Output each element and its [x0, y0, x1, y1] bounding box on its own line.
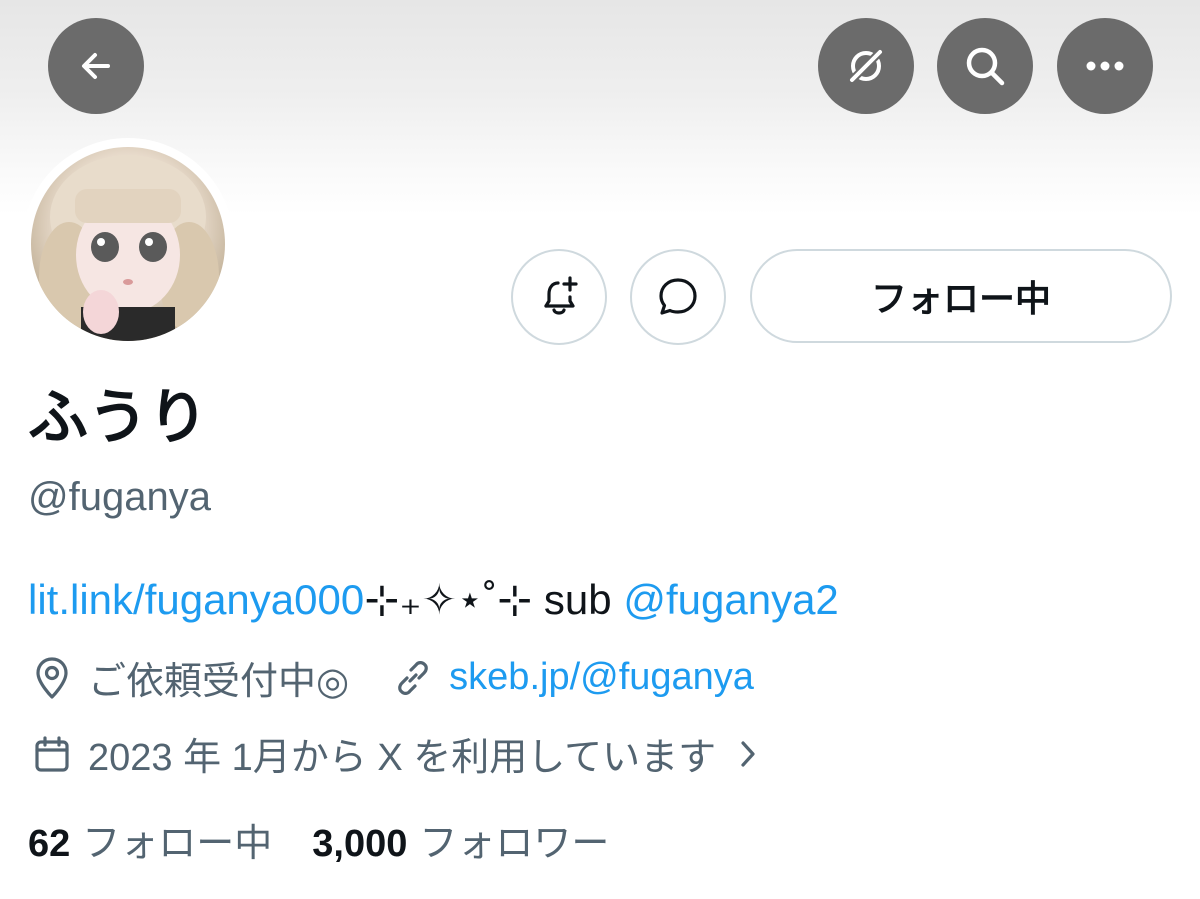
following-stat[interactable]: 62 フォロー中 — [28, 812, 272, 867]
location-icon — [28, 654, 76, 702]
more-button[interactable] — [1057, 18, 1153, 114]
chevron-right-icon — [738, 739, 758, 769]
joined-date-row[interactable]: 2023 年 1月から X を利用しています — [28, 726, 758, 781]
profile-stats: 62 フォロー中 3,000 フォロワー — [28, 812, 609, 867]
avatar[interactable] — [22, 138, 234, 350]
location-text: ご依頼受付中◎ — [88, 661, 350, 703]
message-button[interactable] — [630, 249, 726, 345]
following-count: 62 — [28, 823, 71, 865]
followers-count: 3,000 — [312, 823, 408, 865]
joined-text: 2023 年 1月から X を利用しています — [88, 737, 717, 779]
user-handle: @fuganya — [28, 475, 211, 519]
grok-icon — [847, 47, 885, 85]
following-label: フォロー中 — [82, 823, 273, 865]
back-button[interactable] — [48, 18, 144, 114]
search-button[interactable] — [937, 18, 1033, 114]
bio-decoration: ⊹₊✧⋆˚⊹ — [364, 576, 533, 623]
notifications-button[interactable] — [511, 249, 607, 345]
grok-button[interactable] — [818, 18, 914, 114]
message-icon — [659, 278, 697, 315]
followers-stat[interactable]: 3,000 フォロワー — [312, 812, 609, 867]
bio: lit.link/fuganya000⊹₊✧⋆˚⊹ sub @fuganya2 — [28, 572, 839, 628]
bio-mention[interactable]: @fuganya2 — [623, 576, 838, 623]
website-link[interactable]: skeb.jp/@fuganya — [449, 656, 754, 699]
profile-meta-row: ご依頼受付中◎ skeb.jp/@fuganya — [28, 650, 754, 705]
display-name: ふうり — [28, 384, 208, 451]
bio-sub-text: sub — [532, 576, 624, 623]
bell-plus-icon — [544, 276, 578, 315]
followers-label: フォロワー — [419, 823, 610, 865]
avatar-illustration — [39, 155, 219, 341]
link-icon — [389, 654, 437, 702]
following-button[interactable]: フォロー中 — [750, 249, 1172, 343]
bio-link[interactable]: lit.link/fuganya000 — [28, 576, 364, 623]
search-icon — [966, 47, 1005, 86]
arrow-left-icon — [82, 53, 110, 79]
calendar-icon — [28, 730, 76, 778]
more-icon — [1086, 61, 1124, 71]
